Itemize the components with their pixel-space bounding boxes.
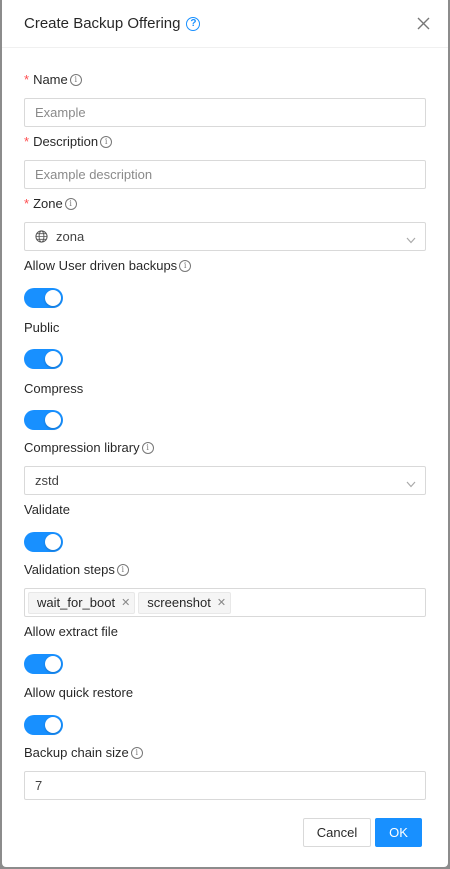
compress-label: Compress	[24, 381, 84, 396]
close-icon[interactable]: ✕	[121, 596, 130, 609]
backup-chain-size-input[interactable]: 7	[24, 771, 426, 800]
backup-chain-size-label: Backup chain size i	[24, 745, 143, 760]
info-icon[interactable]: i	[116, 563, 129, 576]
validate-toggle[interactable]	[24, 532, 63, 552]
globe-icon	[35, 230, 48, 243]
description-label: * Description i	[24, 134, 113, 149]
validation-steps-select[interactable]: wait_for_boot ✕ screenshot ✕	[24, 588, 426, 617]
info-icon[interactable]: i	[69, 73, 82, 86]
zone-value: zona	[56, 229, 85, 244]
allow-user-driven-backups-label: Allow User driven backups i	[24, 258, 192, 273]
validation-steps-label: Validation steps i	[24, 562, 129, 577]
compression-library-select[interactable]: zstd	[24, 466, 426, 495]
compression-library-label: Compression library i	[24, 440, 154, 455]
public-label: Public	[24, 320, 60, 335]
info-icon[interactable]: i	[130, 746, 143, 759]
info-icon[interactable]: i	[179, 259, 192, 272]
zone-label: * Zone i	[24, 196, 77, 211]
info-icon[interactable]: i	[141, 441, 154, 454]
validate-label: Validate	[24, 502, 71, 517]
question-circle-icon[interactable]: ?	[186, 16, 201, 31]
allow-user-driven-backups-toggle[interactable]	[24, 288, 63, 308]
chevron-down-icon	[406, 476, 416, 491]
dialog-title: Create Backup Offering	[24, 15, 181, 32]
info-icon[interactable]: i	[64, 197, 77, 210]
chevron-down-icon	[406, 232, 416, 247]
cancel-button[interactable]: Cancel	[303, 818, 371, 847]
tag-wait-for-boot: wait_for_boot ✕	[28, 591, 136, 614]
allow-quick-restore-toggle[interactable]	[24, 715, 63, 735]
name-label: * Name i	[24, 72, 82, 87]
ok-button[interactable]: OK	[375, 818, 422, 847]
info-icon[interactable]: i	[100, 135, 113, 148]
allow-extract-file-toggle[interactable]	[24, 654, 63, 674]
description-input[interactable]: Example description	[24, 160, 426, 189]
close-icon[interactable]: ✕	[217, 596, 226, 609]
compress-toggle[interactable]	[24, 410, 63, 430]
dialog-header: Create Backup Offering ?	[2, 0, 448, 48]
tag-screenshot: screenshot ✕	[138, 591, 232, 614]
zone-select[interactable]: zona	[24, 222, 426, 251]
public-toggle[interactable]	[24, 349, 63, 369]
allow-quick-restore-label: Allow quick restore	[24, 685, 134, 700]
name-input[interactable]: Example	[24, 98, 426, 127]
create-backup-offering-dialog: Create Backup Offering ? * Name i Exampl…	[2, 0, 448, 867]
close-icon[interactable]	[414, 14, 432, 32]
compression-library-value: zstd	[35, 473, 59, 488]
allow-extract-file-label: Allow extract file	[24, 624, 118, 639]
